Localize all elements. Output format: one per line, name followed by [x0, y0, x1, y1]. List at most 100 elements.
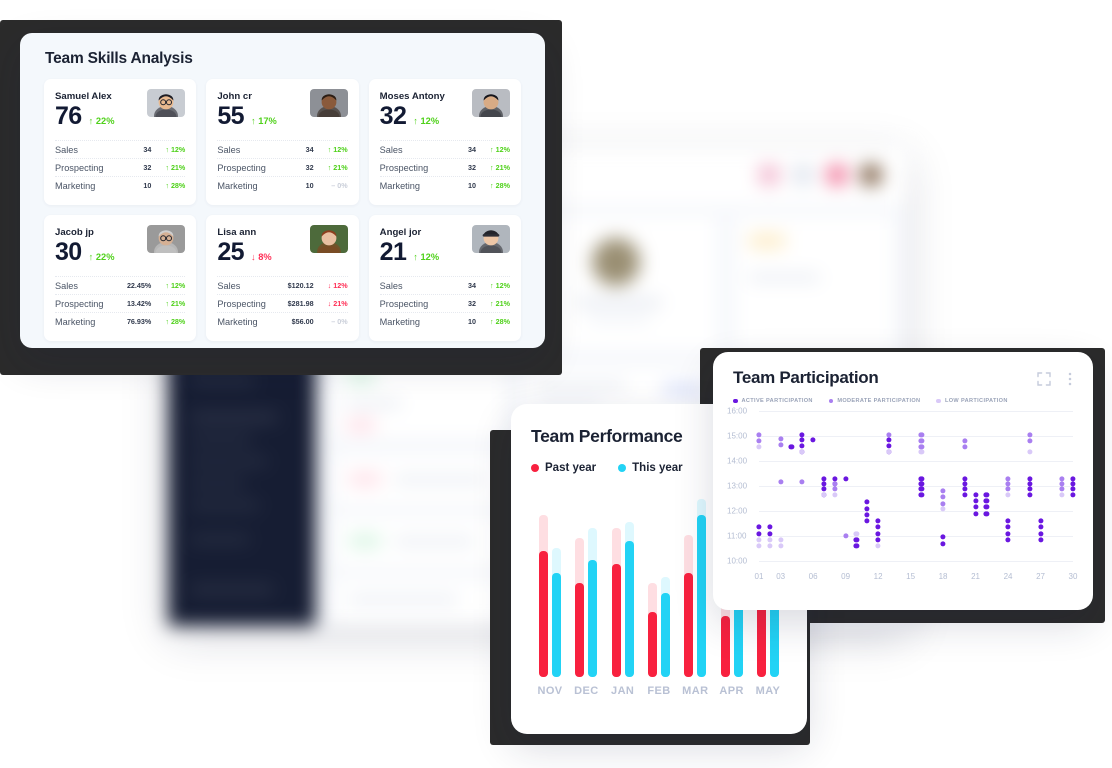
performance-bar[interactable] [588, 560, 598, 677]
participation-dot[interactable] [940, 488, 946, 494]
participation-dot[interactable] [918, 438, 924, 444]
participation-dot[interactable] [756, 530, 762, 537]
expand-icon[interactable] [1037, 372, 1051, 386]
participation-dot[interactable] [778, 479, 784, 485]
skill-card[interactable]: Samuel Alex 76 ↑ 22% Sales 34 ↑ 12% Pros… [44, 79, 197, 205]
participation-dot[interactable] [1005, 530, 1011, 537]
performance-bar[interactable] [575, 583, 585, 677]
participation-dot[interactable] [778, 435, 784, 442]
participation-legend-item[interactable]: LOW PARTICIPATION [936, 398, 1007, 404]
participation-dot[interactable] [1005, 524, 1011, 530]
participation-dot[interactable] [799, 479, 805, 485]
performance-bar[interactable] [697, 515, 707, 677]
participation-dot[interactable] [918, 449, 924, 455]
participation-dot[interactable] [1037, 537, 1044, 543]
participation-dot[interactable] [864, 512, 870, 518]
participation-dot[interactable] [983, 504, 989, 510]
participation-dot[interactable] [875, 543, 881, 549]
participation-dot[interactable] [962, 438, 968, 444]
participation-dot[interactable] [756, 432, 762, 438]
skill-card[interactable]: Angel jor 21 ↑ 12% Sales 34 ↑ 12% Prospe… [368, 215, 521, 341]
participation-legend-item[interactable]: MODERATE PARTICIPATION [828, 398, 921, 404]
participation-dot[interactable] [875, 530, 881, 537]
participation-dot[interactable] [1005, 537, 1011, 543]
participation-dot[interactable] [778, 543, 784, 549]
participation-dot[interactable] [983, 510, 989, 517]
participation-dot[interactable] [767, 524, 773, 530]
participation-dot[interactable] [821, 492, 827, 498]
participation-dot[interactable] [940, 534, 946, 540]
participation-dot[interactable] [843, 475, 849, 482]
participation-dot[interactable] [832, 492, 838, 498]
participation-dot[interactable] [799, 437, 805, 443]
participation-dot[interactable] [962, 485, 968, 492]
participation-dot[interactable] [918, 432, 924, 438]
participation-dot[interactable] [983, 492, 989, 498]
performance-bar[interactable] [720, 616, 730, 677]
participation-dot[interactable] [821, 485, 827, 492]
participation-dot[interactable] [1005, 492, 1011, 498]
participation-dot[interactable] [962, 444, 968, 450]
participation-dot[interactable] [1059, 485, 1065, 492]
performance-legend-item[interactable]: Past year [531, 462, 596, 474]
participation-dot[interactable] [918, 492, 924, 498]
participation-dot[interactable] [778, 537, 784, 543]
participation-dot[interactable] [1005, 485, 1011, 492]
participation-dot[interactable] [1037, 518, 1044, 524]
participation-dot[interactable] [972, 492, 979, 498]
participation-dot[interactable] [918, 485, 924, 492]
skill-card[interactable]: Jacob jp 30 ↑ 22% Sales 22.45% ↑ 12% Pro… [44, 215, 197, 341]
participation-dot[interactable] [875, 518, 881, 524]
performance-bar[interactable] [611, 564, 621, 677]
performance-bar[interactable] [539, 551, 548, 677]
participation-dot[interactable] [940, 505, 946, 512]
participation-dot[interactable] [799, 449, 805, 455]
participation-dot[interactable] [756, 438, 762, 444]
participation-dot[interactable] [778, 442, 784, 448]
participation-dot[interactable] [756, 524, 762, 530]
participation-dot[interactable] [940, 540, 946, 547]
participation-dot[interactable] [767, 543, 773, 549]
participation-dot[interactable] [972, 498, 979, 504]
participation-dot[interactable] [1059, 492, 1065, 498]
participation-dot[interactable] [1005, 518, 1011, 524]
performance-bar[interactable] [624, 541, 634, 677]
participation-dot[interactable] [864, 505, 870, 512]
participation-dot[interactable] [864, 518, 870, 524]
participation-dot[interactable] [972, 510, 979, 517]
participation-dot[interactable] [875, 524, 881, 530]
participation-dot[interactable] [756, 444, 762, 450]
participation-dot[interactable] [810, 437, 816, 443]
participation-dot[interactable] [886, 443, 892, 449]
participation-dot[interactable] [832, 485, 838, 492]
participation-dot[interactable] [1037, 530, 1044, 537]
participation-dot[interactable] [1027, 449, 1033, 455]
participation-dot[interactable] [1027, 432, 1033, 438]
participation-dot[interactable] [940, 494, 946, 500]
participation-dot[interactable] [843, 533, 849, 539]
participation-dot[interactable] [756, 537, 762, 543]
skill-card[interactable]: Moses Antony 32 ↑ 12% Sales 34 ↑ 12% Pro… [368, 79, 521, 205]
participation-dot[interactable] [1037, 524, 1044, 530]
participation-dot[interactable] [853, 530, 860, 537]
participation-dot[interactable] [799, 443, 805, 449]
participation-dot[interactable] [853, 543, 860, 549]
more-vertical-icon[interactable] [1063, 372, 1077, 386]
participation-dot[interactable] [853, 537, 860, 543]
participation-dot[interactable] [972, 504, 979, 510]
participation-dot[interactable] [756, 543, 762, 549]
participation-dot[interactable] [875, 537, 881, 543]
skill-card[interactable]: Lisa ann 25 ↓ 8% Sales $120.12 ↓ 12% Pro… [206, 215, 359, 341]
participation-dot[interactable] [1070, 492, 1076, 498]
participation-dot[interactable] [886, 432, 892, 438]
participation-dot[interactable] [767, 537, 773, 543]
participation-dot[interactable] [767, 530, 773, 537]
participation-dot[interactable] [1027, 485, 1033, 492]
participation-dot[interactable] [962, 492, 968, 498]
participation-dot[interactable] [1027, 492, 1033, 498]
participation-dot[interactable] [983, 498, 989, 504]
performance-bar[interactable] [660, 593, 670, 677]
performance-bar[interactable] [647, 612, 657, 677]
skill-card[interactable]: John cr 55 ↑ 17% Sales 34 ↑ 12% Prospect… [206, 79, 359, 205]
participation-dot[interactable] [864, 499, 870, 505]
